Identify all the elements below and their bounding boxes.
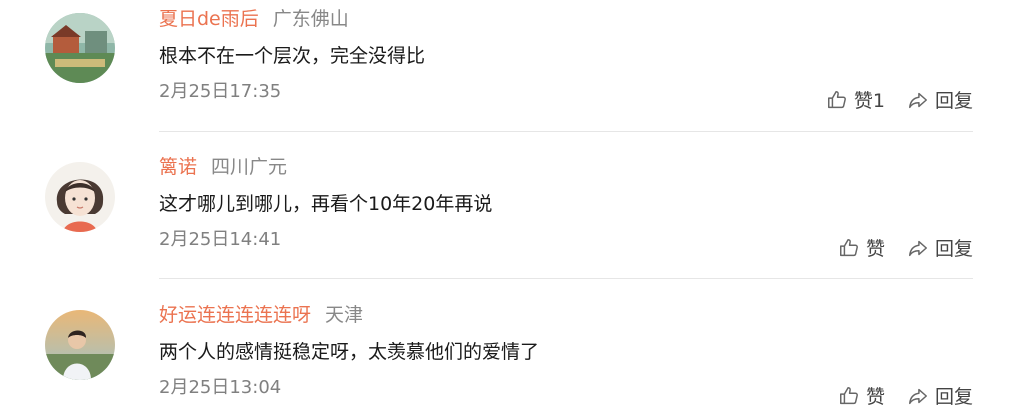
avatar-image (45, 162, 115, 232)
username[interactable]: 好运连连连连连呀 (159, 304, 311, 326)
avatar[interactable] (45, 13, 115, 83)
comment-item: 好运连连连连连呀 天津 两个人的感情挺稳定呀，太羡慕他们的爱情了 2月25日13:… (0, 295, 1020, 416)
username[interactable]: 篱诺 (159, 156, 197, 178)
comment-time: 2月25日17:35 (159, 81, 282, 102)
like-label: 赞1 (853, 90, 885, 112)
like-label: 赞 (865, 386, 885, 408)
comment-actions: 赞1 回复 (826, 86, 973, 113)
user-location: 四川广元 (211, 156, 288, 178)
comment-header: 好运连连连连连呀 天津 (159, 303, 363, 327)
comment-item: 篱诺 四川广元 这才哪儿到哪儿，再看个10年20年再说 2月25日14:41 赞 … (0, 147, 1020, 279)
like-button[interactable]: 赞 (838, 382, 885, 409)
share-arrow-icon (909, 388, 927, 404)
thumbs-up-icon (839, 238, 858, 256)
reply-button[interactable]: 回复 (907, 234, 973, 261)
reply-button[interactable]: 回复 (907, 382, 973, 409)
avatar-image (45, 13, 115, 83)
thumbs-up-icon (827, 90, 846, 108)
like-button[interactable]: 赞 (838, 234, 885, 261)
like-label: 赞 (865, 238, 885, 260)
avatar[interactable] (45, 310, 115, 380)
reply-label: 回复 (934, 90, 973, 112)
comment-header: 篱诺 四川广元 (159, 155, 287, 179)
avatar-image (45, 310, 115, 380)
like-button[interactable]: 赞1 (826, 86, 885, 113)
comment-header: 夏日de雨后 广东佛山 (159, 7, 349, 31)
thumbs-up-icon (839, 386, 858, 404)
reply-button[interactable]: 回复 (907, 86, 973, 113)
user-location: 天津 (325, 304, 364, 326)
comment-text: 两个人的感情挺稳定呀，太羡慕他们的爱情了 (159, 341, 540, 363)
reply-label: 回复 (934, 238, 973, 260)
reply-label: 回复 (934, 386, 973, 408)
comment-time: 2月25日13:04 (159, 377, 282, 398)
comment-item: 夏日de雨后 广东佛山 根本不在一个层次，完全没得比 2月25日17:35 赞1 … (0, 0, 1020, 132)
avatar[interactable] (45, 162, 115, 232)
share-arrow-icon (909, 92, 927, 108)
comment-actions: 赞 回复 (838, 234, 973, 261)
share-arrow-icon (909, 240, 927, 256)
comment-time: 2月25日14:41 (159, 229, 282, 250)
comment-text: 根本不在一个层次，完全没得比 (159, 45, 426, 67)
divider (159, 278, 973, 279)
divider (159, 131, 973, 132)
comment-list: 夏日de雨后 广东佛山 根本不在一个层次，完全没得比 2月25日17:35 赞1 … (0, 0, 1020, 416)
comment-text: 这才哪儿到哪儿，再看个10年20年再说 (159, 193, 493, 215)
username[interactable]: 夏日de雨后 (159, 8, 259, 30)
user-location: 广东佛山 (272, 8, 349, 30)
comment-actions: 赞 回复 (838, 382, 973, 409)
